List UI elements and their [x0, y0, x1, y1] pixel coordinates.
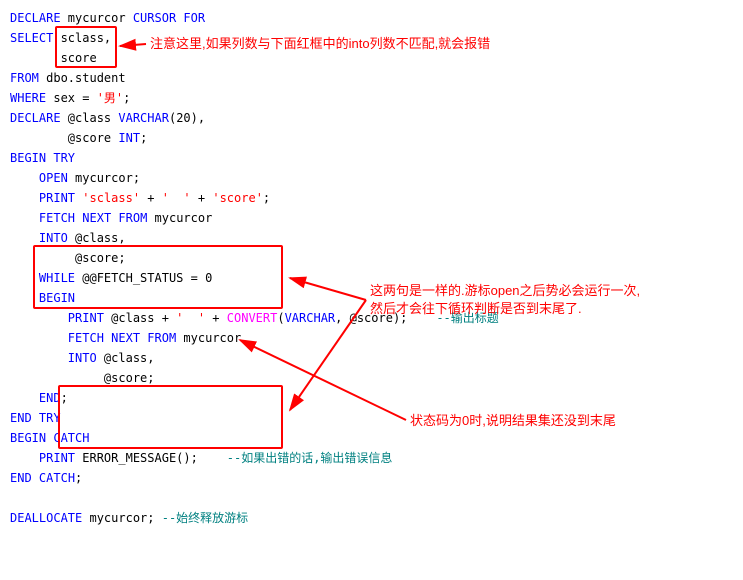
kw-declare: DECLARE — [10, 11, 61, 25]
annotation-fetch-twice: 这两句是一样的.游标open之后势必会运行一次, 然后才会往下循环判断是否到末尾… — [370, 282, 640, 318]
highlight-box-fetch-2 — [58, 385, 283, 449]
annotation-status-zero: 状态码为0时,说明结果集还没到末尾 — [410, 412, 616, 430]
highlight-box-select-cols — [55, 26, 117, 68]
highlight-box-fetch-1 — [33, 245, 283, 309]
annotation-select-mismatch: 注意这里,如果列数与下面红框中的into列数不匹配,就会报错 — [150, 35, 490, 53]
